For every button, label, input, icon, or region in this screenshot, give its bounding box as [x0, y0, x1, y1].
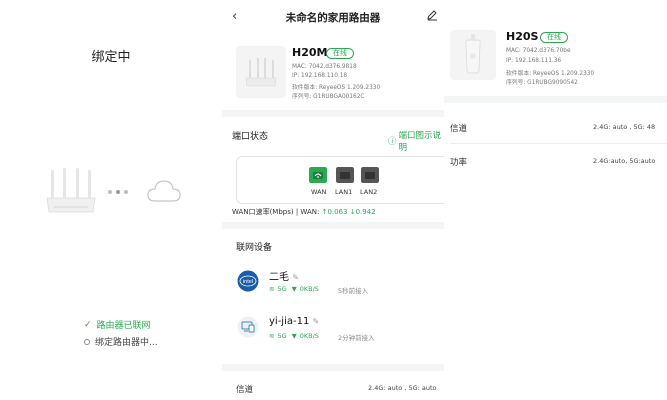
- page-title: 未命名的家用路由器: [285, 12, 381, 24]
- section-divider: [222, 222, 444, 229]
- channel-label: 信道: [236, 385, 254, 395]
- router-icon: [46, 168, 96, 213]
- power-value: 2.4G:auto, 5G:auto: [593, 157, 656, 165]
- pc-icon: [237, 316, 259, 338]
- router-icon: [245, 58, 277, 87]
- device-firmware: 软件版本: ReyeeOS 1.209.2330: [292, 85, 381, 91]
- edit-icon[interactable]: [426, 9, 438, 21]
- client-speed: 0KB/S: [299, 332, 319, 340]
- device-thumbnail: [450, 30, 496, 80]
- client-name: 二毛 ✎: [269, 272, 299, 283]
- help-icon: ⓘ: [388, 137, 397, 147]
- device-firmware: 软件版本: ReyeeOS 1.209.2330: [506, 71, 595, 77]
- wan-rate-up: ↑0.063: [321, 208, 348, 216]
- device-mac: MAC: 7042.d376.9818: [292, 64, 357, 70]
- binding-panel: 绑定中 ✓ 路由器已联网 绑定路由器中...: [0, 0, 222, 400]
- port-label-lan2: LAN2: [360, 188, 378, 196]
- download-icon: ▼: [289, 285, 297, 293]
- lan2-port-icon: [361, 167, 379, 183]
- channel-label: 信道: [450, 124, 468, 134]
- device-name: H20S: [506, 30, 539, 43]
- section-divider: [222, 110, 444, 117]
- download-icon: ▼: [289, 332, 297, 340]
- device-ip: IP: 192.168.111.36: [506, 58, 562, 64]
- power-label: 功率: [450, 158, 468, 168]
- port-legend-label: 端口图示说明: [398, 131, 442, 153]
- nav-bar: ‹ 未命名的家用路由器: [222, 0, 444, 34]
- wan-rate-down: ↓0.942: [349, 208, 376, 216]
- channel-value: 2.4G: auto , 5G: 48: [593, 123, 656, 131]
- wan-rate-label: WAN口速率(Mbps) | WAN:: [232, 208, 320, 216]
- edit-name-icon[interactable]: ✎: [292, 273, 299, 282]
- client-time: 5秒前接入: [338, 287, 369, 295]
- device-serial: 序列号: G1RUBG9090542: [506, 80, 578, 86]
- intel-icon: intel: [237, 270, 259, 292]
- device-mac: MAC: 7042.d376.70be: [506, 48, 571, 54]
- client-band: 5G: [277, 285, 287, 293]
- svg-text:intel: intel: [243, 279, 253, 285]
- status-badge: 在线: [326, 48, 354, 59]
- device-serial: 序列号: G1RUBGA00162C: [292, 94, 365, 100]
- satellite-detail-panel: H20S 在线 MAC: 7042.d376.70be IP: 192.168.…: [444, 0, 667, 400]
- check-icon: ✓: [84, 319, 92, 330]
- binding-title: 绑定中: [91, 50, 131, 65]
- wan-rate: WAN口速率(Mbps) | WAN: ↑0.063 ↓0.942: [232, 207, 376, 217]
- pending-circle-icon: [84, 338, 90, 345]
- router-detail-panel: ‹ 未命名的家用路由器 H20M 在线 MAC: 7042.d376.9818 …: [222, 0, 444, 400]
- lan1-port-icon: [336, 167, 354, 183]
- device-thumbnail: [236, 46, 286, 98]
- wifi-icon: ≋: [269, 285, 275, 293]
- device-name: H20M: [292, 46, 328, 59]
- channel-value: 2.4G: auto , 5G: auto: [368, 384, 437, 392]
- client-name: yi-jia-11 ✎: [269, 316, 320, 327]
- status-badge: 在线: [540, 32, 568, 43]
- client-meta: ≋ 5G ▼ 0KB/S: [269, 285, 319, 293]
- wan-port-icon: [309, 167, 327, 183]
- edit-name-icon[interactable]: ✎: [313, 317, 320, 326]
- device-ip: IP: 192.168.110.18: [292, 73, 348, 79]
- step-label: 绑定路由器中...: [95, 338, 158, 348]
- client-band: 5G: [277, 332, 287, 340]
- port-legend-link[interactable]: ⓘ 端口图示说明: [388, 129, 444, 153]
- client-speed: 0KB/S: [299, 285, 319, 293]
- step-label: 路由器已联网: [96, 321, 151, 331]
- row-divider: [450, 143, 667, 144]
- step-router-online: ✓ 路由器已联网: [84, 318, 151, 332]
- satellite-router-icon: [465, 34, 481, 74]
- wifi-icon: ≋: [269, 332, 275, 340]
- progress-dots: [108, 190, 128, 194]
- step-binding-router: 绑定路由器中...: [84, 335, 158, 348]
- port-status-title: 端口状态: [232, 132, 269, 142]
- client-time: 2分钟前接入: [338, 334, 375, 342]
- section-divider: [222, 364, 444, 371]
- port-label-wan: WAN: [311, 188, 327, 196]
- client-meta: ≋ 5G ▼ 0KB/S: [269, 332, 319, 340]
- clients-title: 联网设备: [236, 243, 273, 253]
- section-divider: [444, 96, 667, 103]
- cloud-icon: [147, 180, 181, 202]
- port-label-lan1: LAN1: [335, 188, 353, 196]
